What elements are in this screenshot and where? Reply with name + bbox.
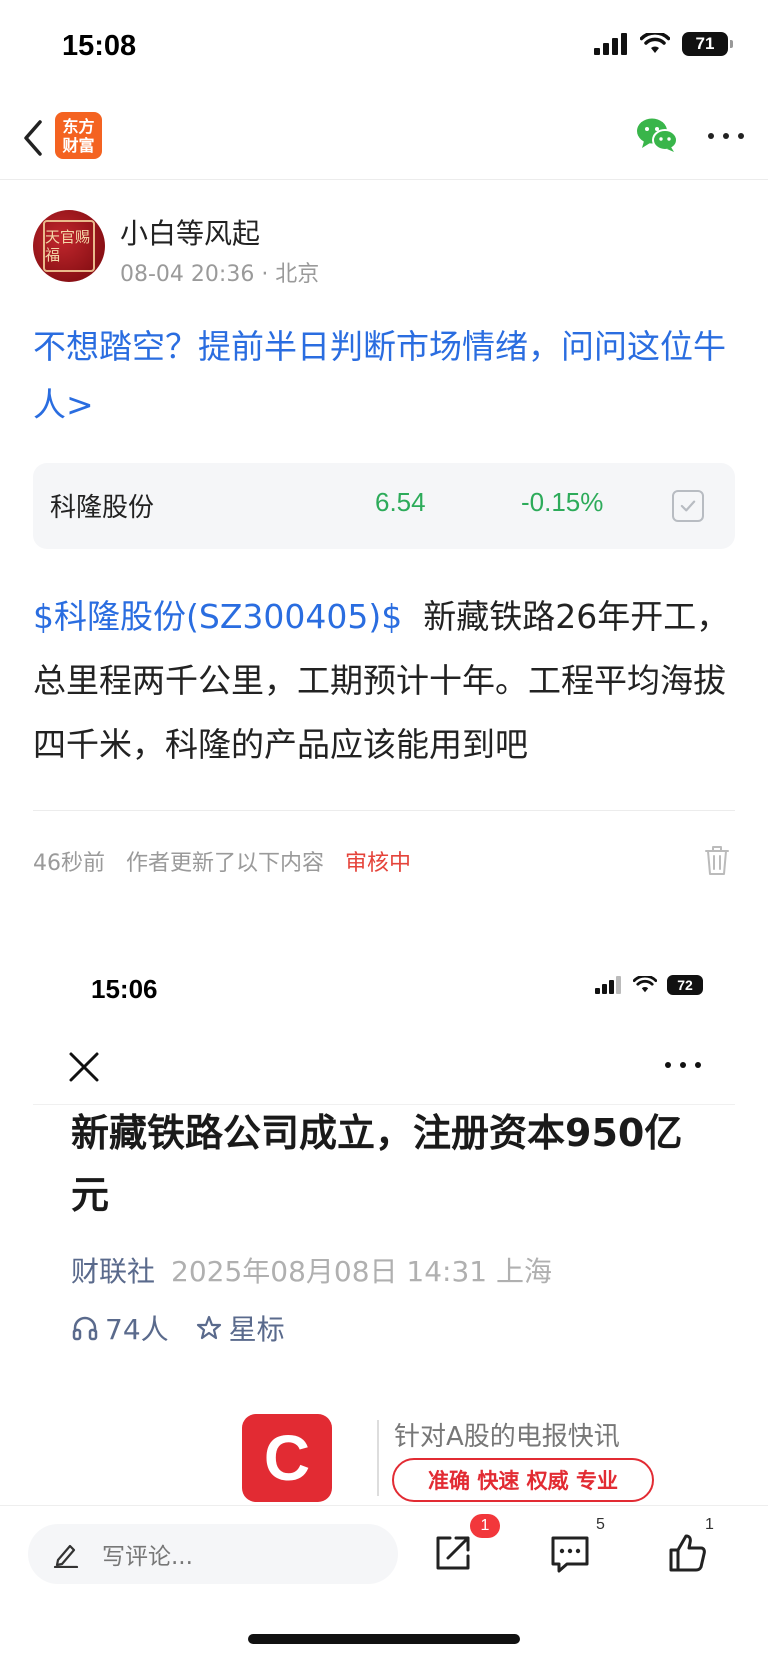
add-watchlist-checkbox-icon[interactable] [672, 490, 704, 522]
stock-price: 6.54 [375, 487, 426, 517]
headphones-icon [72, 1316, 98, 1341]
battery-icon: 71 [682, 32, 733, 56]
logo-line-1: 东方 [62, 116, 95, 136]
avatar-seal: 天官赐福 [43, 220, 95, 272]
review-status: 审核中 [344, 851, 411, 876]
stock-tag-link[interactable]: $科隆股份(SZ300405)$ [33, 597, 402, 636]
embedded-screenshot[interactable]: 15:06 72 新藏铁路公司成立，注册资本950亿元 财联社 2025年08月0… [33, 942, 735, 1507]
status-icons: 71 [594, 32, 733, 56]
share-badge: 1 [470, 1514, 500, 1538]
embed-wifi-icon [633, 976, 657, 993]
app-logo[interactable]: 东方 财富 [55, 112, 102, 159]
embed-status-icons: 72 [595, 975, 703, 995]
update-text: 作者更新了以下内容 [125, 851, 324, 876]
wechat-icon[interactable] [636, 116, 678, 154]
status-bar: 15:08 71 [0, 0, 768, 96]
post-meta: 08-04 20:36 · 北京 [120, 262, 320, 287]
author-header: 天官赐福 小白等风起 08-04 20:36 · 北京 [33, 210, 733, 290]
embed-source: 财联社 [71, 1255, 156, 1288]
avatar[interactable]: 天官赐福 [33, 210, 105, 282]
promo-link[interactable]: 不想踏空？提前半日判断市场情绪，问问这位牛人> [33, 318, 738, 434]
stock-change: -0.15% [521, 487, 604, 517]
embed-datetime: 2025年08月08日 14:31 上海 [171, 1255, 553, 1288]
status-time: 15:08 [62, 30, 137, 62]
pen-icon [53, 1544, 79, 1568]
comment-count: 5 [596, 1516, 605, 1533]
embed-headline: 新藏铁路公司成立，注册资本950亿元 [71, 1111, 683, 1217]
embed-more-icon [665, 1062, 701, 1068]
cls-logo: C [242, 1414, 332, 1502]
embed-battery-icon: 72 [667, 975, 703, 995]
banner-tags: 准确 快速 权威 专业 [392, 1458, 654, 1502]
wifi-icon [640, 33, 670, 53]
share-icon[interactable] [428, 1528, 478, 1578]
embed-listen-row: 74人 星标 [71, 1308, 285, 1348]
divider [33, 810, 735, 811]
update-line: 46秒前 作者更新了以下内容 审核中 [33, 845, 411, 877]
comment-icon[interactable] [545, 1528, 595, 1578]
back-icon[interactable] [18, 116, 48, 160]
stock-card[interactable]: 科隆股份 6.54 -0.15% [33, 463, 735, 549]
comment-placeholder: 写评论... [102, 1544, 193, 1570]
more-options-icon[interactable] [708, 116, 744, 156]
banner-separator [377, 1420, 379, 1496]
battery-level: 71 [695, 34, 715, 53]
post-body: $科隆股份(SZ300405)$ 新藏铁路26年开工，总里程两千公里，工期预计十… [33, 585, 738, 777]
cls-banner: C 针对A股的电报快讯 准确 快速 权威 专业 [242, 1414, 682, 1507]
trash-icon[interactable] [704, 844, 730, 876]
star-icon [196, 1315, 221, 1340]
bottom-action-bar: 写评论... 1 5 1 [0, 1505, 768, 1601]
embed-listeners: 74人 [105, 1313, 169, 1346]
home-indicator [248, 1634, 520, 1644]
banner-slogan: 针对A股的电报快讯 [394, 1422, 620, 1452]
like-count: 1 [705, 1516, 714, 1533]
like-icon[interactable] [663, 1528, 713, 1578]
embed-status-time: 15:06 [91, 974, 158, 1004]
update-time: 46秒前 [33, 851, 105, 876]
embed-signal-icon [595, 976, 621, 994]
embed-battery-level: 72 [677, 977, 693, 993]
embed-meta: 财联社 2025年08月08日 14:31 上海 [71, 1250, 552, 1290]
stock-name: 科隆股份 [50, 493, 155, 523]
signal-icon [594, 33, 627, 55]
nav-bar: 东方 财富 [0, 96, 768, 180]
embed-star-label: 星标 [228, 1313, 285, 1346]
comment-input[interactable]: 写评论... [28, 1524, 398, 1584]
logo-line-2: 财富 [62, 135, 95, 155]
embed-close-icon [69, 1052, 99, 1082]
author-name[interactable]: 小白等风起 [120, 212, 260, 252]
